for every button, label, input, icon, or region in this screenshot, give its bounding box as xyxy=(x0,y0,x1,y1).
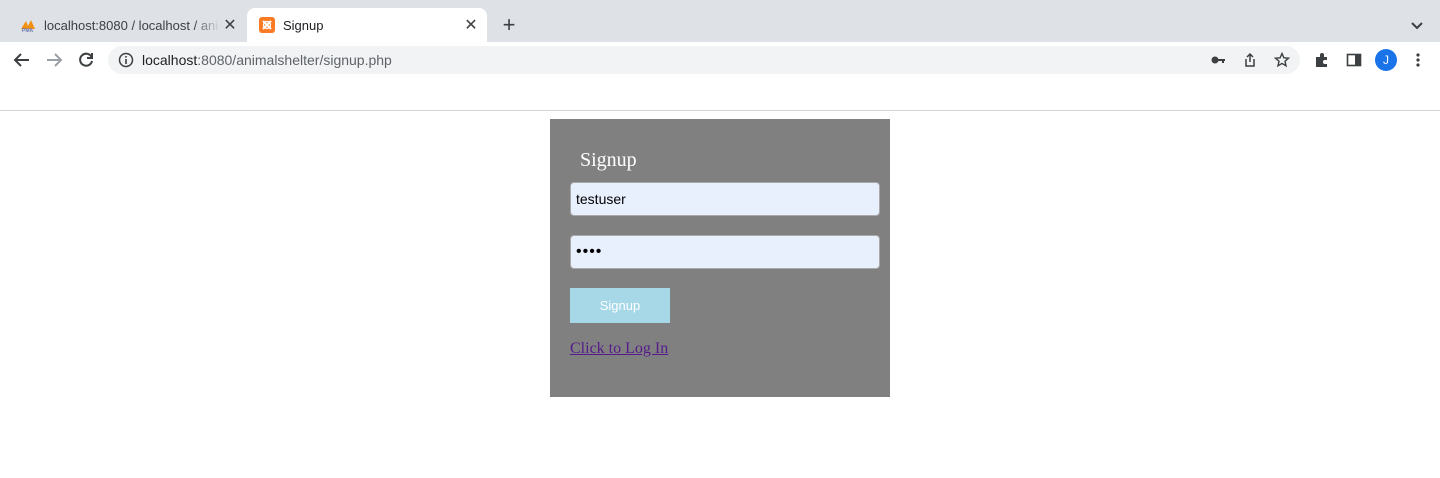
share-icon[interactable] xyxy=(1241,51,1259,69)
reload-icon[interactable] xyxy=(74,48,98,72)
tab-search-chevron-icon[interactable] xyxy=(1406,14,1428,36)
svg-text:PMA: PMA xyxy=(22,28,34,33)
phpmyadmin-icon: PMA xyxy=(20,17,36,33)
tab-title: localhost:8080 / localhost / animalshelt… xyxy=(44,17,220,33)
new-tab-button[interactable]: + xyxy=(497,12,521,37)
username-input[interactable] xyxy=(570,182,880,216)
tab-phpmyadmin[interactable]: PMA localhost:8080 / localhost / animals… xyxy=(8,8,246,42)
bookmark-star-icon[interactable] xyxy=(1273,51,1291,69)
signup-heading: Signup xyxy=(580,149,637,171)
key-icon[interactable] xyxy=(1209,51,1227,69)
url-path: :8080/animalshelter/signup.php xyxy=(197,52,392,68)
address-bar[interactable]: localhost:8080/animalshelter/signup.php xyxy=(108,46,1300,74)
tab-signup[interactable]: Signup ✕ xyxy=(247,8,487,42)
extensions-puzzle-icon[interactable] xyxy=(1310,48,1334,72)
signup-panel: Signup Signup Click to Log In xyxy=(550,119,890,397)
login-link[interactable]: Click to Log In xyxy=(570,340,668,358)
profile-avatar[interactable]: J xyxy=(1375,49,1397,71)
close-tab-icon[interactable]: ✕ xyxy=(461,15,481,35)
url-text: localhost:8080/animalshelter/signup.php xyxy=(142,52,392,68)
tab-title: Signup xyxy=(283,17,324,33)
kebab-menu-icon[interactable] xyxy=(1406,48,1430,72)
browser-toolbar: localhost:8080/animalshelter/signup.php xyxy=(0,42,1440,78)
url-host: localhost xyxy=(142,52,198,68)
signup-button[interactable]: Signup xyxy=(570,288,670,323)
side-panel-icon[interactable] xyxy=(1342,48,1366,72)
site-info-icon[interactable] xyxy=(118,52,134,68)
toolbar-divider xyxy=(0,110,1440,111)
password-input[interactable] xyxy=(570,235,880,269)
back-arrow-icon[interactable] xyxy=(10,48,34,72)
close-tab-icon[interactable]: ✕ xyxy=(220,15,240,35)
forward-arrow-icon[interactable] xyxy=(42,48,66,72)
tab-strip: PMA localhost:8080 / localhost / animals… xyxy=(0,0,1440,42)
xampp-icon xyxy=(259,17,275,33)
